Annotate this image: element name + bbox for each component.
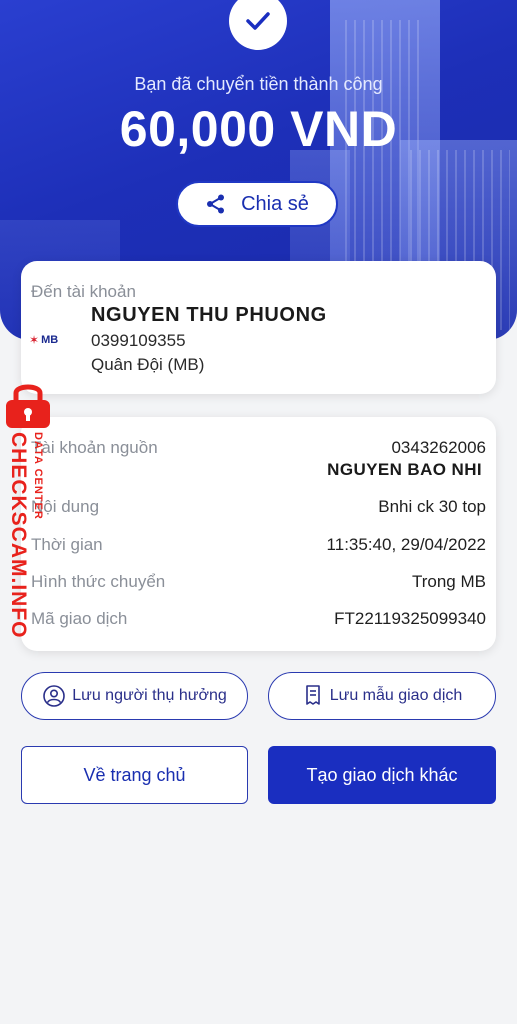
time-value: 11:35:40, 29/04/2022	[326, 535, 486, 554]
transaction-id-row: Mã giao dịch FT22119325099340	[31, 609, 486, 629]
share-button[interactable]: Chia sẻ	[176, 181, 338, 227]
watermark-sub-text: DATA CENTER	[32, 432, 44, 520]
mb-bank-logo: ✶ MB	[29, 333, 59, 347]
recipient-bank: Quân Đội (MB)	[91, 355, 205, 374]
success-message: Bạn đã chuyển tiền thành công	[134, 74, 383, 94]
receipt-icon	[305, 685, 320, 705]
watermark-main-text: CHECKSCAM.INFO	[7, 432, 30, 639]
source-account-value: 0343262006	[391, 438, 486, 457]
recipient-label: Đến tài khoản	[31, 282, 136, 301]
content-row: Nội dung Bnhi ck 30 top	[31, 497, 486, 517]
time-row: Thời gian 11:35:40, 29/04/2022	[31, 535, 486, 555]
content-value: Bnhi ck 30 top	[378, 497, 486, 516]
checkscam-watermark: CHECKSCAM.INFO DATA CENTER	[0, 380, 56, 640]
save-recipient-button[interactable]: Lưu người thụ hưởng	[21, 672, 248, 720]
recipient-name: NGUYEN THU PHUONG	[91, 304, 327, 326]
source-account-name: NGUYEN BAO NHI	[327, 460, 482, 479]
method-value: Trong MB	[411, 572, 486, 591]
share-icon	[207, 194, 225, 214]
recipient-card: Đến tài khoản ✶ MB NGUYEN THU PHUONG 0399…	[21, 261, 496, 394]
new-transaction-button[interactable]: Tạo giao dịch khác	[268, 746, 496, 804]
recipient-account: 0399109355	[91, 331, 186, 350]
user-circle-icon	[43, 685, 66, 707]
lock-icon	[6, 384, 50, 428]
transaction-details-card: Tài khoản nguồn 0343262006 NGUYEN BAO NH…	[21, 417, 496, 651]
home-button[interactable]: Về trang chủ	[21, 746, 248, 804]
source-account-row: Tài khoản nguồn 0343262006	[31, 438, 486, 458]
save-recipient-label: Lưu người thụ hưởng	[72, 687, 227, 704]
save-template-button[interactable]: Lưu mẫu giao dịch	[268, 672, 496, 720]
success-check-icon	[229, 0, 287, 50]
save-template-label: Lưu mẫu giao dịch	[329, 687, 463, 704]
transaction-id-value: FT22119325099340	[334, 609, 486, 628]
transfer-amount: 60,000 VND	[119, 101, 398, 157]
share-label: Chia sẻ	[241, 192, 309, 215]
method-row: Hình thức chuyển Trong MB	[31, 572, 486, 592]
